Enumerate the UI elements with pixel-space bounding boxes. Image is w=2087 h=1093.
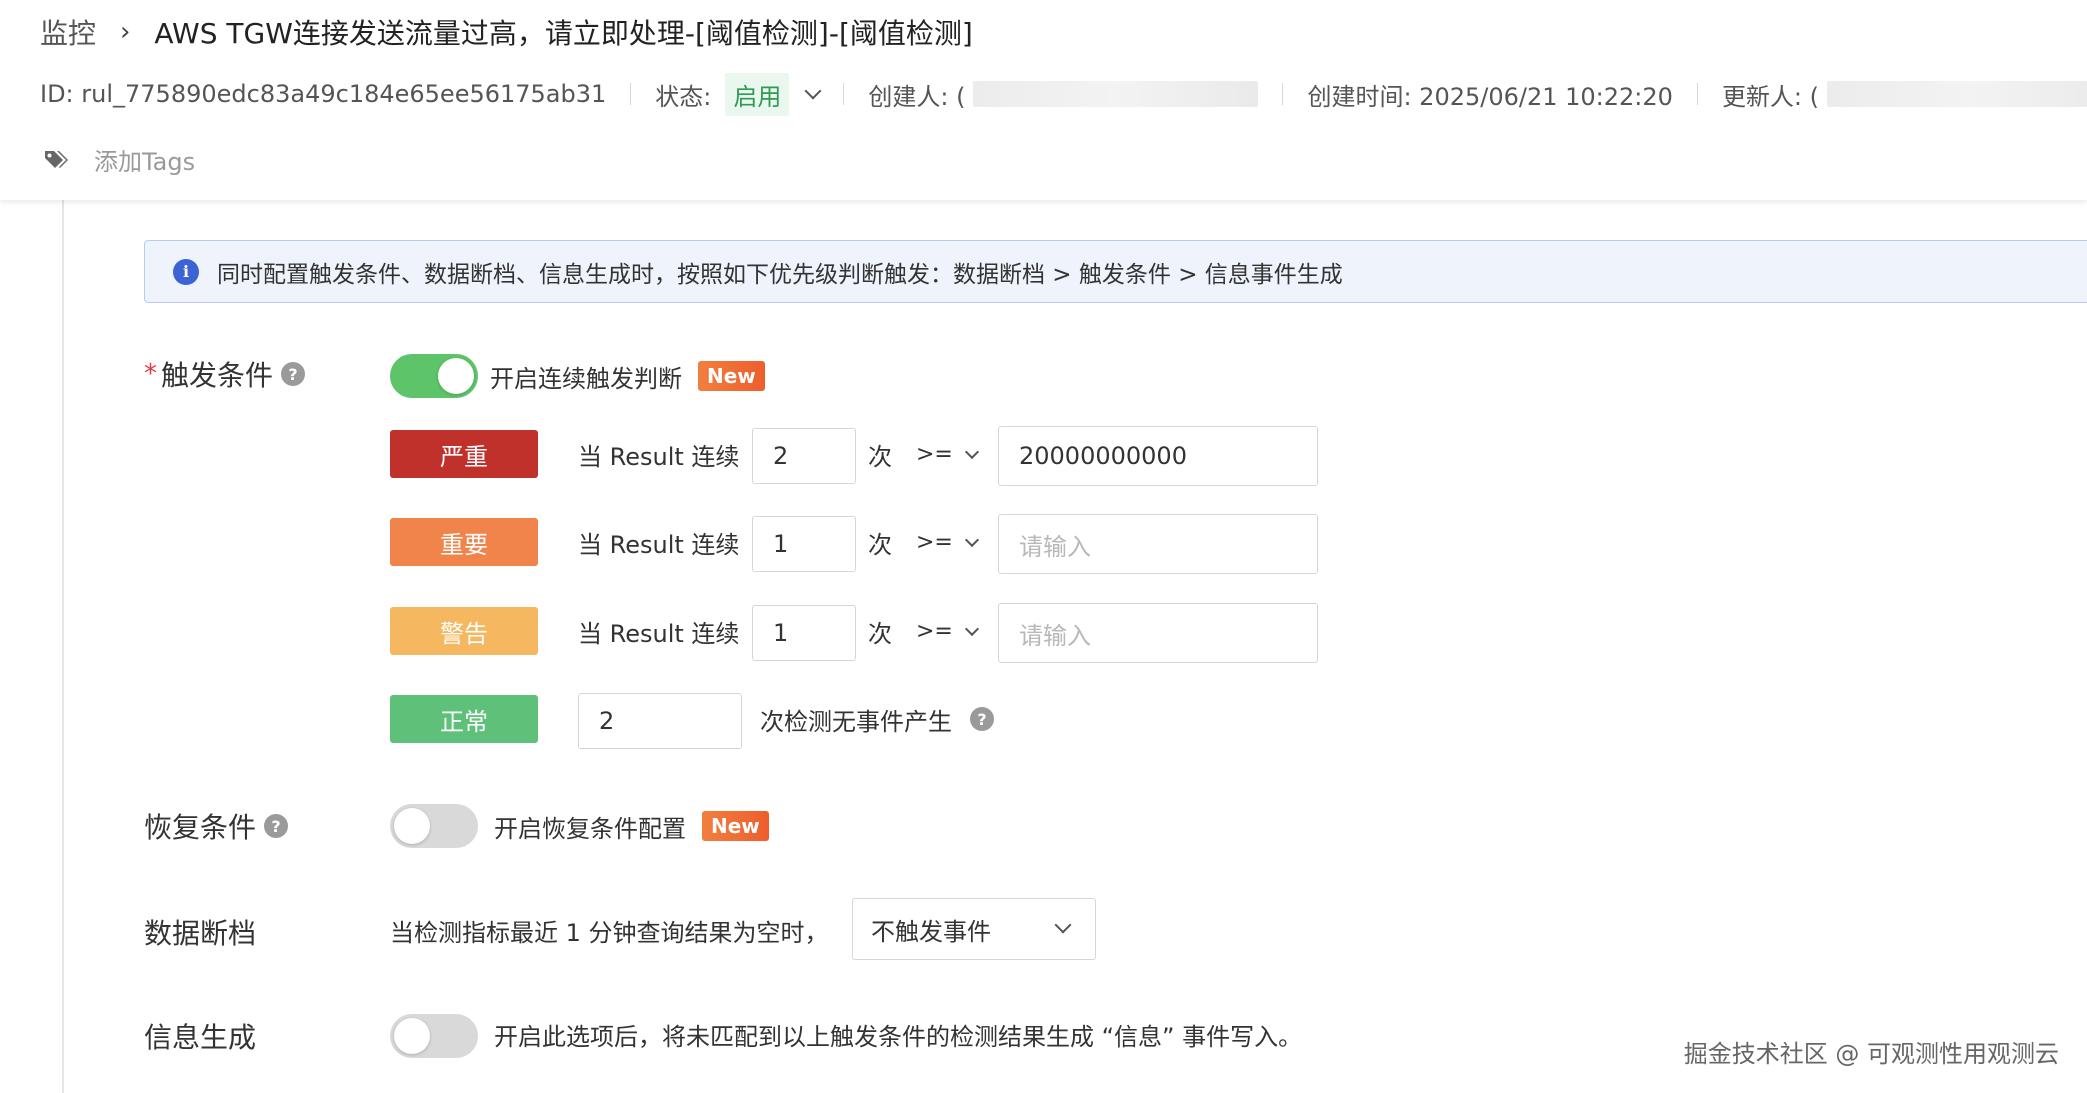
important-count-input[interactable]: 1 — [752, 516, 856, 572]
chevron-down-icon — [1054, 916, 1072, 934]
continuous-trigger-option: 开启连续触发判断 New — [490, 358, 765, 394]
created-time: 创建时间: 2025/06/21 10:22:20 — [1307, 82, 1673, 111]
severity-critical-badge: 严重 — [390, 430, 538, 478]
info-generation-label: 信息生成 — [144, 1021, 257, 1054]
updater-redacted — [1827, 81, 2087, 107]
no-data-label: 数据断档 — [144, 917, 257, 950]
toggle-knob — [438, 358, 474, 394]
chevron-down-icon — [964, 444, 979, 459]
creator-label: 创建人: ( — [868, 82, 966, 111]
operator-value: >= — [916, 529, 953, 555]
breadcrumb-monitor-link[interactable]: 监控 — [40, 12, 96, 52]
toggle-knob — [394, 808, 430, 844]
side-rail — [62, 200, 64, 1093]
continuous-trigger-toggle[interactable] — [390, 354, 478, 398]
new-badge: New — [702, 811, 769, 841]
info-generation-toggle[interactable] — [390, 1014, 478, 1058]
creator-redacted — [973, 81, 1259, 107]
operator-value: >= — [916, 441, 953, 467]
count-unit: 次 — [868, 442, 892, 471]
toggle-knob — [394, 1018, 430, 1054]
alert-text: 同时配置触发条件、数据断档、信息生成时，按照如下优先级判断触发：数据断档 > 触… — [217, 261, 1343, 288]
severity-warning-badge: 警告 — [390, 607, 538, 655]
count-unit: 次 — [868, 530, 892, 559]
divider — [843, 83, 845, 105]
chevron-down-icon[interactable] — [804, 82, 822, 100]
trigger-condition-label: * 触发条件 ? — [144, 354, 306, 394]
priority-info-alert: i 同时配置触发条件、数据断档、信息生成时，按照如下优先级判断触发：数据断档 >… — [144, 240, 2087, 303]
chevron-right-icon: › — [120, 17, 131, 47]
chevron-down-icon — [964, 621, 979, 636]
critical-operator-select[interactable]: >= — [916, 438, 979, 470]
normal-count-input[interactable]: 2 — [578, 693, 742, 749]
status-dropdown[interactable]: 启用 — [725, 72, 790, 116]
tag-icon — [45, 150, 68, 168]
severity-important-badge: 重要 — [390, 518, 538, 566]
updater-label: 更新人: ( — [1721, 82, 1820, 111]
page-header: 监控 › AWS TGW连接发送流量过高，请立即处理-[阈值检测]-[阈值检测]… — [0, 0, 2087, 200]
recovery-condition-label: 恢复条件 ? — [144, 806, 289, 846]
important-threshold-input[interactable]: 请输入 — [998, 514, 1318, 574]
recovery-toggle-label: 开启恢复条件配置 — [494, 814, 686, 843]
help-icon[interactable]: ? — [970, 707, 994, 731]
row-prefix: 当 Result 连续 — [578, 442, 740, 471]
help-icon[interactable]: ? — [264, 814, 289, 838]
normal-suffix-label: 次检测无事件产生 — [760, 707, 952, 736]
operator-value: >= — [916, 618, 953, 644]
severity-normal-badge: 正常 — [390, 695, 538, 743]
row-prefix: 当 Result 连续 — [578, 619, 740, 648]
recovery-condition-text: 恢复条件 — [144, 811, 257, 844]
breadcrumb: 监控 › AWS TGW连接发送流量过高，请立即处理-[阈值检测]-[阈值检测] — [40, 12, 973, 52]
count-unit: 次 — [868, 619, 892, 648]
continuous-trigger-label: 开启连续触发判断 — [490, 364, 682, 393]
required-mark: * — [144, 359, 157, 389]
warning-count-input[interactable]: 1 — [752, 605, 856, 661]
divider — [630, 83, 632, 105]
no-data-action-select[interactable]: 不触发事件 — [852, 898, 1096, 960]
critical-count-input[interactable]: 2 — [752, 428, 856, 484]
normal-suffix-text: 次检测无事件产生 ? — [760, 701, 994, 737]
help-icon[interactable]: ? — [281, 362, 306, 386]
add-tags-label: 添加Tags — [94, 148, 196, 176]
divider — [1282, 83, 1284, 105]
new-badge: New — [698, 361, 765, 391]
rule-meta-bar: ID: rul_775890edc83a49c184e65ee56175ab31… — [40, 72, 2087, 116]
trigger-condition-text: 触发条件 — [161, 359, 274, 392]
info-icon: i — [173, 258, 199, 285]
divider — [1696, 83, 1698, 105]
warning-threshold-input[interactable]: 请输入 — [998, 603, 1318, 663]
critical-threshold-input[interactable]: 20000000000 — [998, 426, 1318, 486]
info-generation-text: 开启此选项后，将未匹配到以上触发条件的检测结果生成 “信息” 事件写入。 — [494, 1022, 1303, 1051]
watermark: 掘金技术社区 @ 可观测性用观测云 — [1683, 1040, 2059, 1068]
row-prefix: 当 Result 连续 — [578, 530, 740, 559]
chevron-down-icon — [964, 532, 979, 547]
status-label: 状态: — [655, 82, 712, 111]
important-operator-select[interactable]: >= — [916, 526, 979, 558]
no-data-text: 当检测指标最近 1 分钟查询结果为空时， — [390, 918, 829, 947]
page-title: AWS TGW连接发送流量过高，请立即处理-[阈值检测]-[阈值检测] — [154, 17, 973, 50]
recovery-condition-toggle[interactable] — [390, 804, 478, 848]
select-value: 不触发事件 — [871, 917, 991, 946]
add-tags-button[interactable]: 添加Tags — [44, 142, 195, 177]
recovery-option: 开启恢复条件配置 New — [494, 808, 769, 844]
warning-operator-select[interactable]: >= — [916, 615, 979, 647]
rule-id: ID: rul_775890edc83a49c184e65ee56175ab31 — [40, 80, 607, 108]
